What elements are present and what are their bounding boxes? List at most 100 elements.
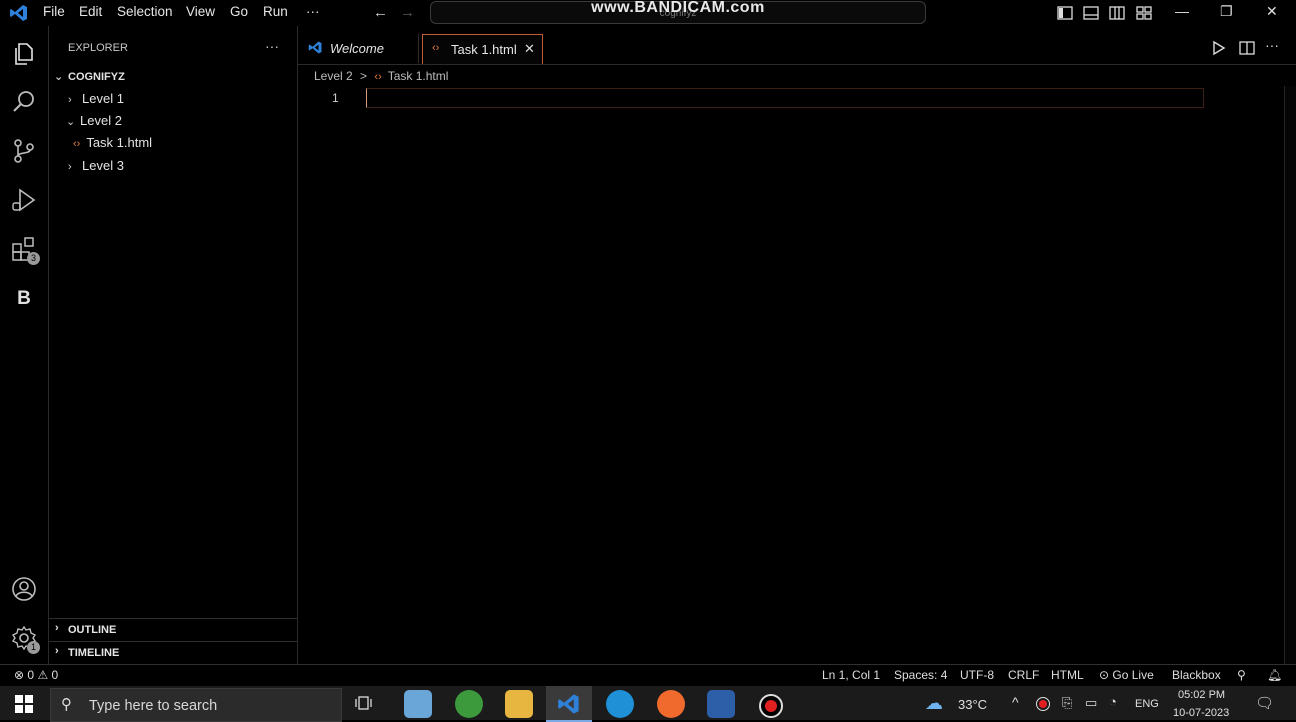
outline-section[interactable]: › OUTLINE — [49, 618, 297, 641]
weather-temperature[interactable]: 33°C — [958, 697, 987, 712]
taskbar-search-box[interactable]: ⚲ Type here to search — [50, 688, 342, 722]
vscode-taskbar-button[interactable] — [546, 686, 592, 722]
activity-bar: 3 B 1 — [0, 26, 49, 664]
tab-close-icon[interactable]: ✕ — [524, 41, 535, 57]
run-file-icon[interactable] — [1212, 40, 1226, 59]
show-hidden-icons-icon[interactable]: ^ — [1012, 694, 1019, 710]
indentation-setting[interactable]: Spaces: 4 — [894, 668, 947, 682]
editor-more-actions-icon[interactable]: ··· — [1265, 37, 1279, 53]
chevron-down-icon: ⌄ — [54, 71, 64, 83]
back-arrow-icon[interactable]: ← — [373, 4, 388, 21]
menu-more[interactable]: ··· — [306, 4, 320, 19]
encoding-setting[interactable]: UTF-8 — [960, 668, 994, 682]
code-editor[interactable]: 1 — [298, 86, 1283, 664]
notepad-app-icon[interactable] — [404, 690, 432, 718]
language-mode[interactable]: HTML — [1051, 668, 1084, 682]
menu-view[interactable]: View — [186, 4, 215, 19]
eol-setting[interactable]: CRLF — [1008, 668, 1039, 682]
customize-layout-icon[interactable] — [1136, 5, 1152, 24]
editor-tab-bar: Welcome ‹› Task 1.html ✕ ··· — [298, 34, 1296, 65]
edge-browser-icon[interactable] — [606, 690, 634, 718]
error-icon: ⊗ — [14, 668, 25, 682]
command-center[interactable]: cognifyz www.BANDICAM.com — [430, 0, 926, 24]
menu-file[interactable]: File — [43, 4, 65, 19]
breadcrumb-folder[interactable]: Level 2 — [314, 69, 353, 83]
run-and-debug-icon[interactable] — [10, 186, 38, 214]
html-file-icon: ‹› — [73, 138, 81, 150]
settings-gear-icon[interactable]: 1 — [10, 624, 40, 654]
account-icon[interactable] — [10, 575, 38, 603]
extensions-icon[interactable]: 3 — [10, 235, 40, 265]
notification-center-icon[interactable]: 🗨︎ — [1255, 694, 1274, 712]
cursor-position[interactable]: Ln 1, Col 1 — [822, 668, 880, 682]
menu-run[interactable]: Run — [263, 4, 288, 19]
clock-date[interactable]: 10-07-2023 — [1173, 707, 1229, 719]
blue-app-icon[interactable] — [707, 690, 735, 718]
weather-icon[interactable]: ☁ — [925, 693, 943, 714]
blackbox-icon[interactable]: B — [10, 285, 38, 313]
clock-time[interactable]: 05:02 PM — [1178, 689, 1225, 701]
wifi-icon[interactable]: ◔ — [1109, 694, 1117, 709]
tree-folder-label: Level 2 — [80, 113, 122, 128]
file-explorer-icon[interactable] — [505, 690, 533, 718]
green-app-icon[interactable] — [455, 690, 483, 718]
tree-folder-label: Level 1 — [82, 91, 124, 106]
recording-tray-icon[interactable] — [1036, 697, 1050, 711]
workspace-root[interactable]: ⌄ COGNIFYZ — [54, 70, 125, 83]
editor-scrollbar[interactable] — [1284, 86, 1296, 664]
tree-folder-label: Level 3 — [82, 158, 124, 173]
accounts-status-icon[interactable]: ⚲ — [1237, 668, 1246, 682]
vscode-logo-icon — [9, 3, 29, 26]
title-bar: File Edit Selection View Go Run ··· ← → … — [0, 0, 1296, 26]
tree-file-label: Task 1.html — [86, 135, 153, 150]
source-control-icon[interactable] — [10, 137, 38, 165]
notifications-bell-icon[interactable]: 🔔︎ — [1267, 668, 1282, 682]
chevron-right-icon: › — [55, 622, 59, 634]
tree-file-task-1[interactable]: ‹› Task 1.html — [73, 135, 152, 150]
windows-start-icon[interactable] — [15, 695, 33, 716]
forward-arrow-icon[interactable]: → — [400, 4, 415, 21]
sidebar-more-actions[interactable]: ··· — [265, 38, 279, 54]
tree-folder-level-2[interactable]: ⌄ Level 2 — [66, 113, 122, 128]
windows-taskbar: ⚲ Type here to search ☁ 33°C ^ ⎘ ▭ ◔ ENG… — [0, 686, 1296, 722]
record-dot — [765, 700, 777, 712]
vscode-logo-icon — [557, 692, 581, 719]
toggle-secondary-sidebar-icon[interactable] — [1109, 5, 1125, 24]
tree-folder-level-3[interactable]: › Level 3 — [68, 158, 124, 173]
html-file-icon: ‹› — [374, 71, 382, 83]
task-view-icon[interactable] — [355, 695, 373, 714]
minimize-icon[interactable]: — — [1175, 3, 1189, 19]
tree-folder-level-1[interactable]: › Level 1 — [68, 91, 124, 106]
recorder-app-icon[interactable] — [759, 694, 783, 718]
input-language[interactable]: ENG — [1135, 698, 1159, 710]
tab-welcome[interactable]: Welcome — [298, 34, 419, 63]
battery-icon[interactable]: ▭ — [1085, 695, 1097, 711]
split-editor-icon[interactable] — [1239, 40, 1255, 59]
blackbox-status[interactable]: Blackbox — [1172, 668, 1221, 682]
breadcrumb-separator: > — [360, 69, 368, 83]
menu-go[interactable]: Go — [230, 4, 248, 19]
line-number: 1 — [332, 91, 339, 105]
search-icon[interactable] — [10, 88, 38, 116]
timeline-section[interactable]: › TIMELINE — [49, 641, 297, 664]
orange-app-icon[interactable] — [657, 690, 685, 718]
error-count: 0 — [27, 668, 35, 682]
explorer-icon[interactable] — [10, 40, 38, 68]
menu-selection[interactable]: Selection — [117, 4, 173, 19]
toggle-panel-icon[interactable] — [1083, 5, 1099, 24]
tray-app-icon[interactable]: ⎘ — [1062, 695, 1072, 711]
tab-label: Task 1.html — [451, 42, 517, 57]
settings-badge: 1 — [27, 641, 40, 654]
problems-indicator[interactable]: ⊗ 0 ⚠ 0 — [14, 668, 58, 682]
toggle-primary-sidebar-icon[interactable] — [1057, 5, 1073, 24]
restore-icon[interactable]: ❐ — [1220, 3, 1233, 20]
go-live-button[interactable]: ⊙ Go Live — [1099, 668, 1154, 682]
breadcrumb: Level 2 > ‹› Task 1.html — [314, 69, 448, 83]
workspace-root-label: COGNIFYZ — [68, 71, 125, 83]
tab-task-1-html[interactable]: ‹› Task 1.html ✕ — [422, 34, 543, 64]
sidebar-title: EXPLORER — [68, 42, 128, 54]
close-window-icon[interactable]: ✕ — [1266, 3, 1278, 20]
menu-edit[interactable]: Edit — [79, 4, 102, 19]
breadcrumb-file[interactable]: Task 1.html — [388, 69, 449, 83]
broadcast-icon: ⊙ — [1099, 668, 1110, 682]
